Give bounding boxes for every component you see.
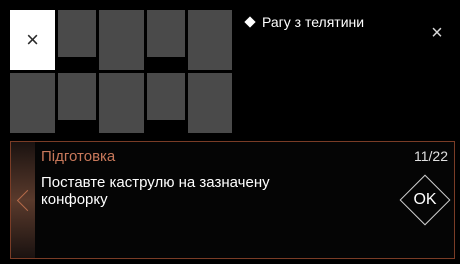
step-category: Підготовка [41,148,116,165]
step-counter: 11/22 [414,148,448,164]
burner-cell[interactable] [99,73,144,133]
close-button[interactable]: × [424,20,450,46]
step-panel: Підготовка 11/22 Поставте каструлю на за… [10,141,455,259]
close-icon: × [431,22,443,44]
burner-cell[interactable] [188,10,232,70]
recipe-title-text: Рагу з телятини [262,14,365,30]
burner-cell-selected[interactable]: × [10,10,55,70]
cooking-step-screen: × Рагу з телятини × Підготовка 11/22 Пос… [0,0,460,264]
ok-button[interactable]: OK [399,174,451,226]
burner-cell[interactable] [58,10,96,57]
ok-button-label: OK [413,191,437,208]
diamond-bullet-icon [244,16,256,28]
burner-cell[interactable] [99,10,144,70]
burner-grid: × [0,0,240,140]
burner-cell[interactable] [147,10,185,57]
burner-cell[interactable] [58,73,96,120]
step-instruction: Поставте каструлю на зазначену конфорку [41,174,270,208]
burner-cell[interactable] [188,73,232,133]
close-icon: × [26,27,39,52]
burner-cell[interactable] [147,73,185,120]
recipe-title: Рагу з телятини [244,14,365,30]
previous-step-button[interactable] [11,142,38,258]
chevron-left-icon [16,189,38,211]
burner-cell[interactable] [10,73,55,133]
